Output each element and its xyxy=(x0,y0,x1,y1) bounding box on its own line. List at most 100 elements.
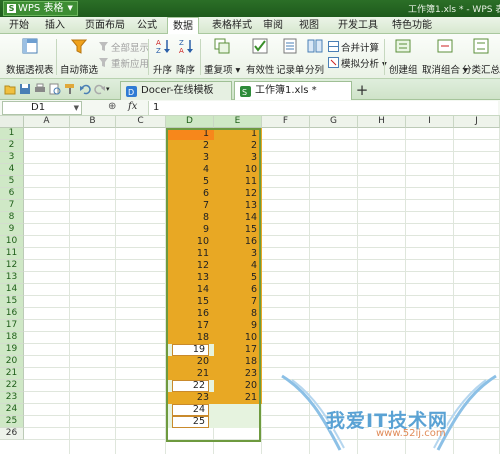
row-header[interactable]: 19 xyxy=(0,344,24,356)
row-header[interactable]: 1 xyxy=(0,128,24,140)
open-folder-icon[interactable] xyxy=(4,83,16,95)
cell-e-row[interactable]: 10 xyxy=(214,332,262,344)
row-header[interactable]: 4 xyxy=(0,164,24,176)
cell-d-row[interactable]: 8 xyxy=(166,212,214,224)
cell-d-row[interactable]: 25 xyxy=(166,416,214,428)
consolidate-button[interactable]: 合并计算 xyxy=(328,40,379,54)
select-all-corner[interactable] xyxy=(0,116,24,128)
cell-d-row[interactable]: 10 xyxy=(166,236,214,248)
cell-d-row[interactable]: 4 xyxy=(166,164,214,176)
what-if-button[interactable]: 模拟分析 ▾ xyxy=(328,56,387,70)
undo-icon[interactable] xyxy=(79,83,91,95)
autofilter-button[interactable]: 自动筛选 xyxy=(60,38,98,76)
app-menu-button[interactable]: S WPS 表格 ▼ xyxy=(3,1,78,16)
duplicates-button[interactable]: 重复项 ▾ xyxy=(204,38,240,76)
redo-icon[interactable] xyxy=(94,83,106,95)
cell-e-row[interactable]: 16 xyxy=(214,236,262,248)
cell-e-row[interactable] xyxy=(214,404,262,416)
cell-e-row[interactable]: 10 xyxy=(214,164,262,176)
menu-review[interactable]: 审阅 xyxy=(258,17,288,34)
show-all-button[interactable]: 全部显示 xyxy=(98,40,149,54)
cell-e-row[interactable]: 2 xyxy=(214,140,262,152)
row-header[interactable]: 3 xyxy=(0,152,24,164)
spreadsheet-grid[interactable]: ABCDEFGHIJ 1 1 1 2 2 2 3 3 3 4 4 10 5 5 11 6 6 12 7 7 13 8 8 14… xyxy=(0,116,500,454)
row-header[interactable]: 24 xyxy=(0,404,24,416)
menu-table-style[interactable]: 表格样式 xyxy=(206,17,258,34)
insert-function-icon[interactable]: fx xyxy=(128,101,137,112)
column-header-g[interactable]: G xyxy=(310,116,358,128)
cell-e-row[interactable]: 13 xyxy=(214,200,262,212)
menu-home[interactable]: 开始 xyxy=(4,17,34,34)
cell-e-row[interactable]: 5 xyxy=(214,272,262,284)
cell-d-row[interactable]: 19 xyxy=(166,344,214,356)
column-header-a[interactable]: A xyxy=(24,116,70,128)
validation-button[interactable]: 有效性 xyxy=(246,38,275,76)
menu-developer[interactable]: 开发工具 xyxy=(332,17,384,34)
cell-d-row[interactable]: 22 xyxy=(166,380,214,392)
cell-e-row[interactable] xyxy=(214,416,262,428)
menu-view[interactable]: 视图 xyxy=(294,17,324,34)
sort-ascending-button[interactable]: AZ 升序 xyxy=(153,38,172,76)
cell-e-row[interactable]: 21 xyxy=(214,392,262,404)
row-header[interactable]: 11 xyxy=(0,248,24,260)
ungroup-button[interactable]: 取消组合 ▾ xyxy=(422,38,468,76)
cell-d-row[interactable]: 23 xyxy=(166,392,214,404)
name-box[interactable]: D1 ▼ xyxy=(2,101,82,115)
menu-page-layout[interactable]: 页面布局 xyxy=(80,17,130,34)
cell-d-row[interactable]: 15 xyxy=(166,296,214,308)
cell-e-row[interactable]: 23 xyxy=(214,368,262,380)
chevron-down-icon[interactable]: ▼ xyxy=(74,102,79,114)
row-header[interactable]: 22 xyxy=(0,380,24,392)
cell-e-row[interactable]: 20 xyxy=(214,380,262,392)
cell-d-row[interactable]: 16 xyxy=(166,308,214,320)
cell-d-row[interactable]: 20 xyxy=(166,356,214,368)
cell-e-row[interactable]: 4 xyxy=(214,260,262,272)
row-header[interactable]: 7 xyxy=(0,200,24,212)
cell-e-row[interactable]: 17 xyxy=(214,344,262,356)
row-header[interactable]: 5 xyxy=(0,176,24,188)
quick-access-more-icon[interactable]: ▾ xyxy=(106,83,114,95)
cell-d-row[interactable]: 21 xyxy=(166,368,214,380)
cell-e-row[interactable]: 11 xyxy=(214,176,262,188)
cell-d-row[interactable]: 9 xyxy=(166,224,214,236)
menu-data[interactable]: 数据 xyxy=(167,17,199,34)
cell-d-row[interactable]: 12 xyxy=(166,260,214,272)
cell-d-row[interactable]: 18 xyxy=(166,332,214,344)
cell-e-row[interactable]: 14 xyxy=(214,212,262,224)
row-header[interactable]: 8 xyxy=(0,212,24,224)
row-header[interactable]: 2 xyxy=(0,140,24,152)
row-header[interactable]: 12 xyxy=(0,260,24,272)
row-header[interactable]: 13 xyxy=(0,272,24,284)
menu-special[interactable]: 特色功能 xyxy=(386,17,438,34)
text-to-columns-button[interactable]: 分列 xyxy=(305,38,324,76)
cell-d-row[interactable]: 6 xyxy=(166,188,214,200)
cell-d-row[interactable]: 2 xyxy=(166,140,214,152)
cell-d-row[interactable]: 1 xyxy=(166,128,214,140)
sort-descending-button[interactable]: ZA 降序 xyxy=(176,38,195,76)
cell-e-row[interactable]: 3 xyxy=(214,248,262,260)
column-header-b[interactable]: B xyxy=(70,116,116,128)
cell-d-row[interactable]: 7 xyxy=(166,200,214,212)
column-header-d[interactable]: D xyxy=(166,116,214,128)
cell-e-row[interactable]: 18 xyxy=(214,356,262,368)
format-painter-icon[interactable] xyxy=(64,83,76,95)
subtotal-button[interactable]: 分类汇总 xyxy=(462,38,500,76)
menu-insert[interactable]: 插入 xyxy=(40,17,70,34)
column-header-h[interactable]: H xyxy=(358,116,406,128)
cell-e-row[interactable]: 1 xyxy=(214,128,262,140)
cell-e-row[interactable]: 3 xyxy=(214,152,262,164)
cell-e-row[interactable]: 8 xyxy=(214,308,262,320)
column-header-c[interactable]: C xyxy=(116,116,166,128)
cell-e-row[interactable]: 12 xyxy=(214,188,262,200)
row-header[interactable]: 23 xyxy=(0,392,24,404)
save-icon[interactable] xyxy=(19,83,31,95)
cell-d-row[interactable]: 3 xyxy=(166,152,214,164)
row-header[interactable]: 10 xyxy=(0,236,24,248)
row-header[interactable]: 15 xyxy=(0,296,24,308)
zoom-icon[interactable]: ⊕ xyxy=(108,101,116,112)
formula-input[interactable]: 1 xyxy=(148,101,498,115)
row-header[interactable]: 14 xyxy=(0,284,24,296)
cell-d-row[interactable]: 17 xyxy=(166,320,214,332)
row-header[interactable]: 26 xyxy=(0,428,24,440)
row-header[interactable]: 21 xyxy=(0,368,24,380)
